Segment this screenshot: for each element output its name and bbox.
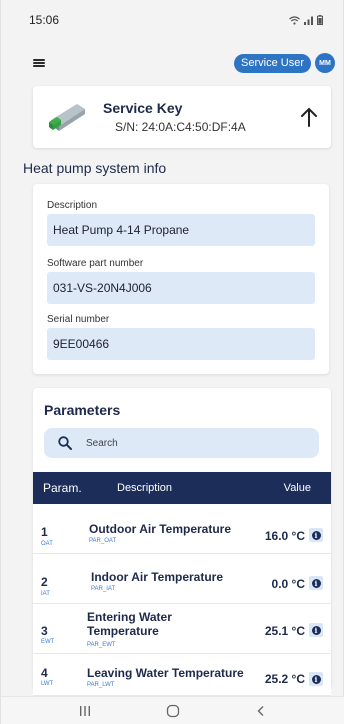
- system-info-title: Heat pump system info: [23, 160, 167, 176]
- home-icon: [166, 704, 180, 717]
- row-description: Entering Water Temperature: [87, 610, 172, 638]
- row-code: IAT: [41, 591, 50, 597]
- row-description: Indoor Air Temperature: [91, 570, 224, 584]
- column-header-description[interactable]: Description: [117, 482, 172, 494]
- info-icon[interactable]: i: [309, 528, 323, 542]
- row-value: 25.2 °C: [264, 672, 305, 686]
- info-icon[interactable]: i: [309, 623, 323, 637]
- row-parameter-id: PAR_EWT: [87, 642, 116, 648]
- row-value: 0.0 °C: [271, 577, 305, 591]
- table-row[interactable]: 4 LWT Leaving Water Temperature PAR_LWT …: [33, 662, 331, 696]
- row-number: 3: [41, 624, 48, 638]
- status-time: 15:06: [29, 13, 60, 27]
- hamburger-menu-icon[interactable]: [33, 59, 45, 67]
- service-key-card[interactable]: Service Key S/N: 24:0A:C4:50:DF:4A: [33, 86, 331, 148]
- software-part-number-field: 031-VS-20N4J006: [47, 272, 315, 304]
- row-code: EWT: [41, 639, 55, 645]
- status-icons: [289, 15, 323, 25]
- column-header-value[interactable]: Value: [284, 482, 311, 494]
- recent-apps-icon: [80, 705, 90, 716]
- service-key-serial: S/N: 24:0A:C4:50:DF:4A: [115, 120, 246, 134]
- row-parameter-id: PAR_OAT: [89, 538, 117, 544]
- phone-screen: 15:06 Service User MM Service Key S/N: 2…: [0, 0, 344, 724]
- signal-icon: [304, 16, 313, 25]
- serial-number-label: Serial number: [47, 314, 110, 325]
- home-button[interactable]: [163, 703, 183, 719]
- wifi-icon: [289, 15, 300, 25]
- row-number: 2: [41, 575, 48, 589]
- service-key-device-icon: [49, 104, 85, 131]
- avatar[interactable]: MM: [315, 53, 335, 73]
- system-info-card: Description Heat Pump 4-14 Propane Softw…: [33, 184, 329, 374]
- table-row[interactable]: 2 IAT Indoor Air Temperature PAR_IAT 0.0…: [33, 562, 331, 604]
- parameters-table-header: Param. Description Value: [33, 472, 331, 504]
- search-bar[interactable]: [44, 428, 319, 458]
- table-row[interactable]: 3 EWT Entering Water Temperature PAR_EWT…: [33, 606, 331, 654]
- info-icon[interactable]: i: [309, 672, 323, 686]
- column-header-param[interactable]: Param.: [43, 481, 82, 495]
- back-icon: [257, 705, 264, 716]
- row-parameter-id: PAR_IAT: [91, 586, 116, 592]
- description-label: Description: [47, 200, 98, 211]
- search-input[interactable]: [86, 437, 286, 449]
- service-key-title: Service Key: [103, 100, 183, 116]
- user-info: Service User MM: [234, 53, 335, 73]
- battery-icon: [317, 15, 323, 25]
- software-part-number-label: Software part number: [47, 258, 144, 269]
- back-button[interactable]: [251, 703, 271, 719]
- row-description: Outdoor Air Temperature: [89, 522, 232, 536]
- row-number: 4: [41, 666, 48, 680]
- table-row[interactable]: 1 OAT Outdoor Air Temperature PAR_OAT 16…: [33, 512, 331, 554]
- row-description: Leaving Water Temperature: [87, 666, 244, 680]
- system-navigation-bar: [1, 696, 344, 724]
- search-icon[interactable]: [58, 436, 72, 450]
- user-role-badge[interactable]: Service User: [234, 53, 311, 73]
- row-value: 16.0 °C: [264, 529, 305, 543]
- info-icon[interactable]: i: [309, 576, 323, 590]
- recent-apps-button[interactable]: [75, 703, 95, 719]
- arrow-up-icon[interactable]: [299, 106, 319, 128]
- row-code: OAT: [41, 541, 53, 547]
- app-bar: Service User MM: [1, 46, 344, 80]
- serial-number-field: 9EE00466: [47, 328, 315, 360]
- row-parameter-id: PAR_LWT: [87, 682, 115, 688]
- row-number: 1: [41, 525, 48, 539]
- status-bar: 15:06: [1, 0, 344, 40]
- row-value: 25.1 °C: [264, 624, 305, 638]
- description-field: Heat Pump 4-14 Propane: [47, 214, 315, 246]
- parameters-title: Parameters: [44, 402, 121, 418]
- row-code: LWT: [41, 681, 54, 687]
